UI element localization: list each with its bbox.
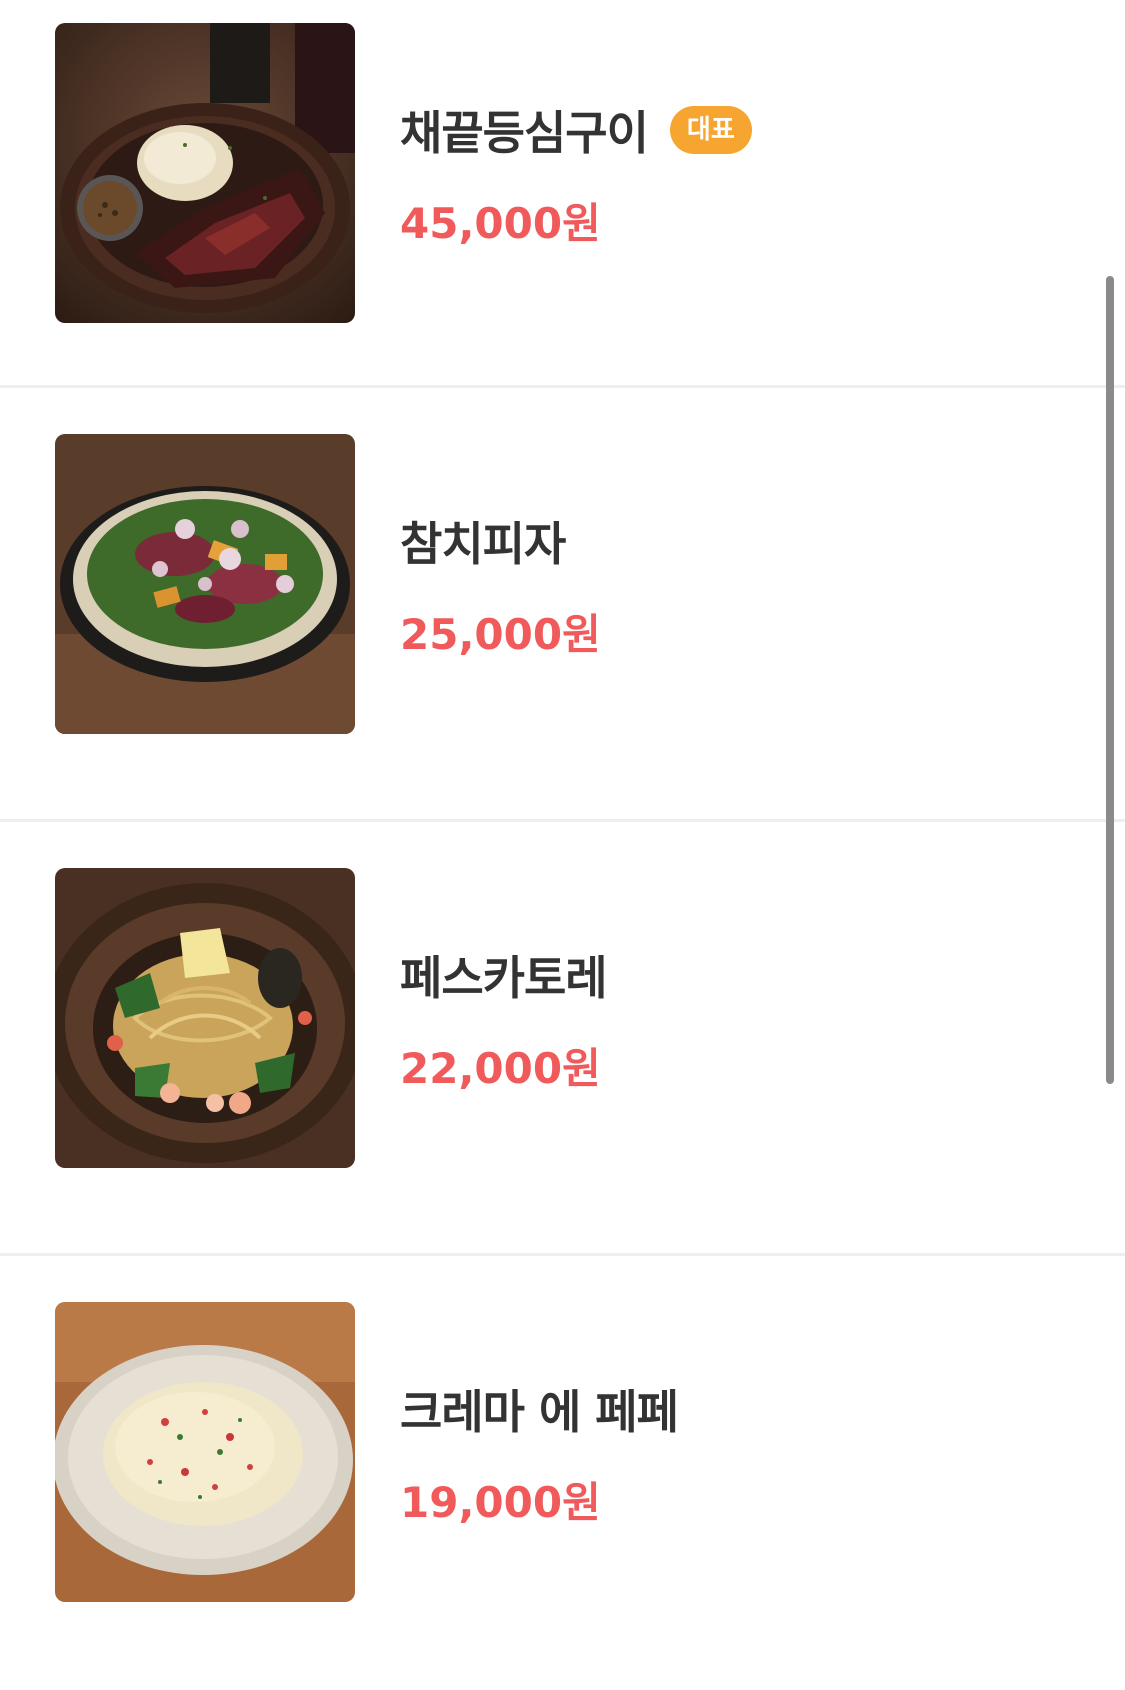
tuna-pizza-photo[interactable] xyxy=(55,434,355,734)
menu-item-price: 25,000원 xyxy=(400,610,601,659)
name-row: 채끝등심구이 대표 xyxy=(400,100,752,160)
menu-item-price: 22,000원 xyxy=(400,1044,601,1093)
cream-pasta-photo[interactable] xyxy=(55,1302,355,1602)
steak-photo[interactable] xyxy=(55,23,355,323)
menu-item-info: 채끝등심구이 대표 45,000원 xyxy=(400,100,752,251)
menu-item[interactable]: 채끝등심구이 대표 45,000원 xyxy=(0,0,1125,388)
pasta-photo[interactable] xyxy=(55,868,355,1168)
menu-item[interactable]: 페스카토레 22,000원 xyxy=(0,822,1125,1256)
menu-item-price: 45,000원 xyxy=(400,199,601,248)
menu-item-info: 페스카토레 22,000원 xyxy=(400,945,608,1096)
scrollbar[interactable] xyxy=(1106,276,1114,1084)
menu-item[interactable]: 크레마 에 페페 19,000원 xyxy=(0,1256,1125,1690)
menu-item-name: 페스카토레 xyxy=(400,951,608,1005)
name-row: 참치피자 xyxy=(400,511,601,571)
name-row: 페스카토레 xyxy=(400,945,608,1005)
menu-item-info: 참치피자 25,000원 xyxy=(400,511,601,662)
menu-item-info: 크레마 에 페페 19,000원 xyxy=(400,1379,679,1530)
menu-item-price: 19,000원 xyxy=(400,1478,601,1527)
menu-item-name: 참치피자 xyxy=(400,517,566,571)
signature-badge: 대표 xyxy=(669,106,752,154)
name-row: 크레마 에 페페 xyxy=(400,1379,679,1439)
menu-item-name: 채끝등심구이 xyxy=(400,106,649,160)
menu-item-name: 크레마 에 페페 xyxy=(400,1385,679,1439)
menu-item[interactable]: 참치피자 25,000원 xyxy=(0,388,1125,822)
menu-list: 채끝등심구이 대표 45,000원 참치피자 25,000원 페스카토레 22,… xyxy=(0,0,1125,1690)
